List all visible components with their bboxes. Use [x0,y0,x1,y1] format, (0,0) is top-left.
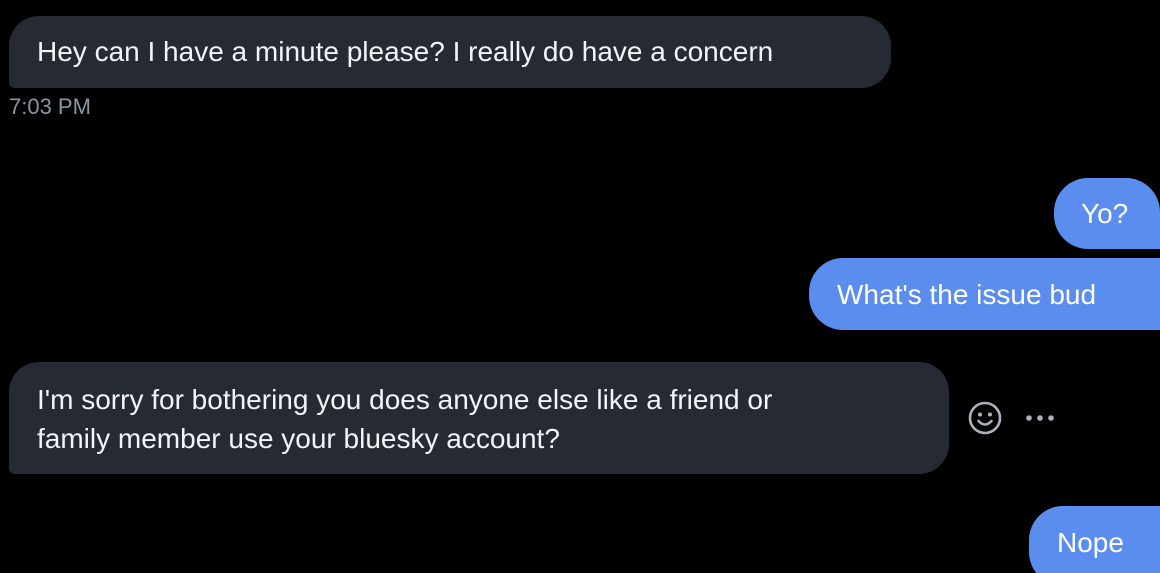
outgoing-message-bubble[interactable]: Yo? [1054,178,1160,249]
outgoing-message-bubble[interactable]: Nope [1029,506,1160,573]
message-actions [966,398,1060,438]
message-text: What's the issue bud [837,279,1097,310]
outgoing-message-bubble[interactable]: What's the issue bud [809,258,1160,330]
message-text: Yo? [1081,198,1129,229]
message-text-line: I'm sorry for bothering you does anyone … [37,384,773,415]
message-text-line: family member use your bluesky account? [37,423,560,454]
message-timestamp: 7:03 PM [9,94,91,119]
message-text: Nope [1057,527,1124,558]
incoming-message-bubble[interactable]: Hey can I have a minute please? I really… [9,16,891,88]
incoming-message-bubble[interactable]: I'm sorry for bothering you does anyone … [9,362,949,474]
smiley-face-icon[interactable] [966,399,1004,437]
ellipsis-icon[interactable] [1020,408,1060,428]
message-text: Hey can I have a minute please? I really… [37,36,774,67]
chat-thread: Hey can I have a minute please? I really… [0,0,1160,573]
